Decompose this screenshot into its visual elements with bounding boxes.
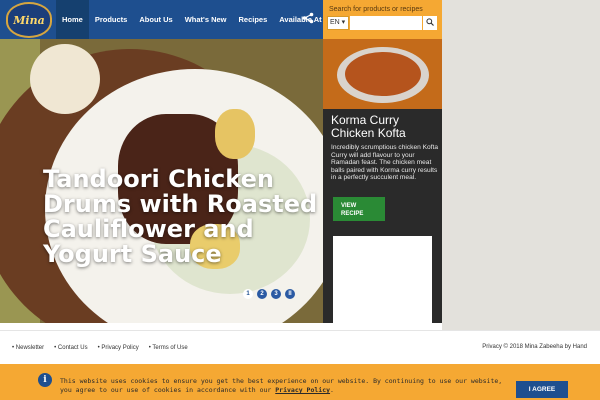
footer-link-contact-us[interactable]: • Contact Us xyxy=(54,345,87,351)
promo-image-kofta xyxy=(345,52,421,96)
hero-title[interactable]: Tandoori Chicken Drums with Roasted Caul… xyxy=(43,167,323,267)
mina-logo[interactable]: Mina xyxy=(6,2,52,38)
nav-item-products[interactable]: Products xyxy=(89,0,134,39)
logo-text: Mina xyxy=(13,13,45,27)
ad-placeholder xyxy=(333,236,432,323)
agree-button[interactable]: I AGREE xyxy=(516,381,568,398)
footer-links: • Newsletter • Contact Us • Privacy Poli… xyxy=(12,345,188,351)
nav-item-whats-new[interactable]: What's New xyxy=(179,0,233,39)
cookie-banner: i This website uses cookies to ensure yo… xyxy=(0,364,600,400)
top-nav: Mina Home Products About Us What's New R… xyxy=(0,0,323,39)
footer: • Newsletter • Contact Us • Privacy Poli… xyxy=(0,330,600,364)
pause-button[interactable]: II xyxy=(285,289,295,299)
slide-dot[interactable]: 3 xyxy=(271,289,281,299)
privacy-policy-link[interactable]: Privacy Policy xyxy=(275,386,330,394)
page-background xyxy=(442,0,600,330)
footer-link-newsletter[interactable]: • Newsletter xyxy=(12,345,44,351)
share-icon[interactable] xyxy=(298,10,318,30)
search-hint: Search for products or recipes xyxy=(329,6,423,13)
footer-link-label: Contact Us xyxy=(57,345,88,351)
footer-link-privacy-policy[interactable]: • Privacy Policy xyxy=(98,345,139,351)
cookie-message: This website uses cookies to ensure you … xyxy=(60,377,512,395)
footer-link-terms-of-use[interactable]: • Terms of Use xyxy=(149,345,188,351)
hero-image-cauliflower xyxy=(215,109,255,159)
main-menu: Home Products About Us What's New Recipe… xyxy=(56,0,328,39)
promo-image[interactable] xyxy=(323,39,442,109)
slide-dot[interactable]: 2 xyxy=(257,289,267,299)
language-select[interactable]: EN ▾ xyxy=(327,16,349,30)
promo-title[interactable]: Korma Curry Chicken Kofta xyxy=(331,114,439,140)
search-icon[interactable] xyxy=(423,16,437,30)
hero-slider[interactable]: Tandoori Chicken Drums with Roasted Caul… xyxy=(0,39,323,323)
hero-image-garlic xyxy=(30,44,100,114)
info-icon: i xyxy=(38,373,52,387)
view-recipe-button[interactable]: VIEW RECIPE xyxy=(333,197,385,221)
promo-description: Incredibly scrumptious chicken Kofta Cur… xyxy=(331,144,439,182)
footer-link-label: Privacy Policy xyxy=(101,345,139,351)
nav-item-home[interactable]: Home xyxy=(56,0,89,39)
slide-dot[interactable]: 1 xyxy=(243,289,253,299)
page: Mina Home Products About Us What's New R… xyxy=(0,0,600,400)
cookie-suffix: . xyxy=(330,386,334,394)
copyright: Privacy © 2018 Mina Zabeeha by Hand xyxy=(482,344,587,350)
right-panel: Search for products or recipes EN ▾ Korm… xyxy=(323,0,442,323)
search-input[interactable] xyxy=(350,16,422,30)
nav-item-about-us[interactable]: About Us xyxy=(133,0,178,39)
slider-pagination: 1 2 3 II xyxy=(243,289,295,299)
search-area: Search for products or recipes EN ▾ xyxy=(323,0,442,39)
footer-link-label: Terms of Use xyxy=(152,345,188,351)
nav-item-recipes[interactable]: Recipes xyxy=(233,0,274,39)
footer-link-label: Newsletter xyxy=(15,345,45,351)
